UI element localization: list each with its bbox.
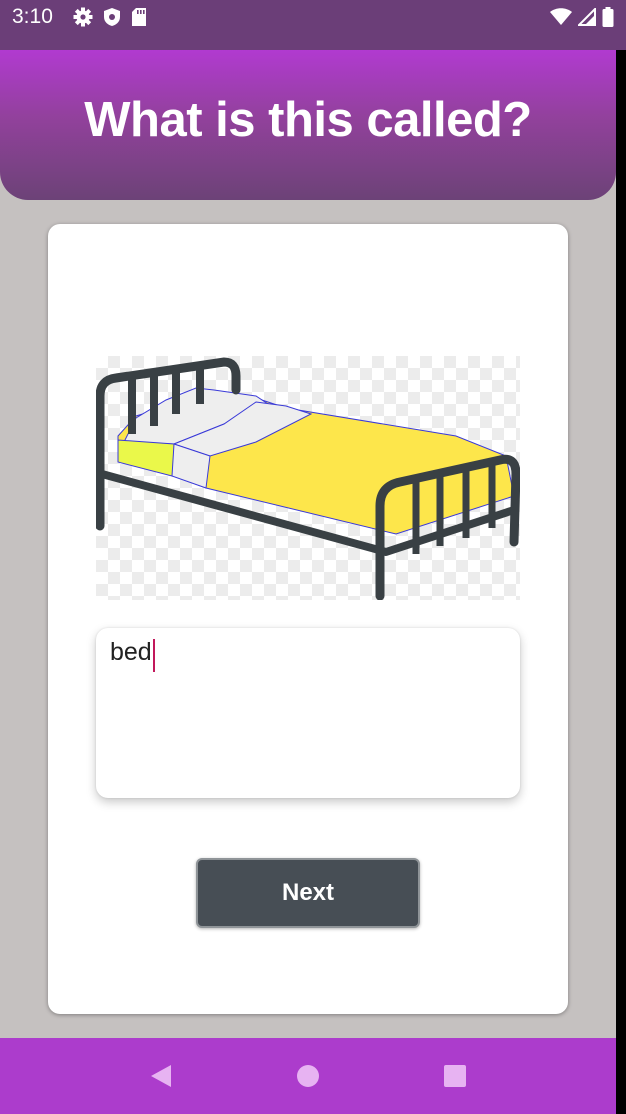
wifi-icon bbox=[550, 8, 572, 26]
app-bar: What is this called? bbox=[0, 50, 616, 200]
question-card: bed Next bbox=[48, 224, 568, 1014]
status-icons-right bbox=[550, 7, 614, 27]
battery-icon bbox=[602, 7, 614, 27]
navigation-bar bbox=[0, 1038, 616, 1114]
status-icons-left bbox=[73, 7, 147, 27]
signal-icon bbox=[578, 8, 596, 26]
text-cursor bbox=[152, 639, 155, 672]
status-bar: 3:10 bbox=[0, 0, 626, 50]
next-button[interactable]: Next bbox=[196, 858, 420, 928]
status-time: 3:10 bbox=[12, 5, 53, 28]
home-icon[interactable] bbox=[296, 1064, 320, 1088]
screen-edge bbox=[616, 50, 626, 1114]
bed-illustration bbox=[96, 356, 520, 600]
shield-icon bbox=[103, 7, 121, 27]
answer-input[interactable]: bed bbox=[96, 628, 520, 798]
page-title: What is this called? bbox=[84, 93, 532, 147]
back-icon[interactable] bbox=[149, 1063, 173, 1089]
sd-card-icon bbox=[131, 7, 147, 27]
gear-icon bbox=[73, 7, 93, 27]
answer-value: bed bbox=[110, 638, 152, 666]
recents-icon[interactable] bbox=[443, 1064, 467, 1088]
